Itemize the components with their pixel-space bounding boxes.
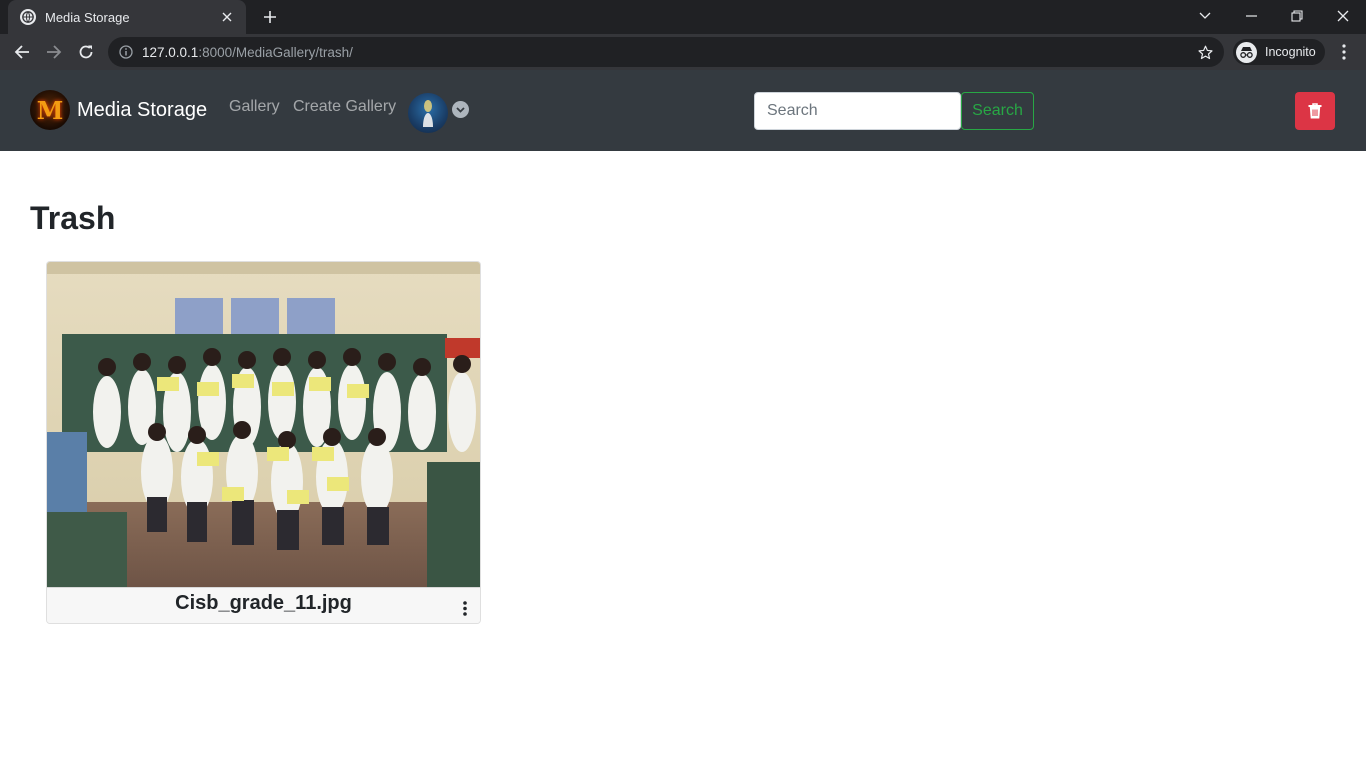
globe-icon bbox=[20, 9, 36, 25]
plus-icon[interactable] bbox=[258, 6, 282, 28]
vertical-dots-icon[interactable] bbox=[457, 598, 473, 618]
site-navbar: M Media Storage Gallery Create Gallery S… bbox=[0, 70, 1366, 151]
brand-name: Media Storage bbox=[77, 98, 208, 121]
search-input[interactable] bbox=[754, 92, 961, 130]
forward-arrow-icon[interactable] bbox=[40, 38, 68, 66]
page-title: Trash bbox=[30, 200, 116, 236]
media-card: Cisb_grade_11.jpg bbox=[46, 261, 481, 624]
chevron-down-icon[interactable] bbox=[452, 101, 469, 118]
kebab-menu-icon[interactable] bbox=[1334, 40, 1354, 64]
browser-titlebar: Media Storage bbox=[0, 0, 1366, 34]
nav-link-gallery[interactable]: Gallery bbox=[229, 98, 280, 116]
minimize-icon[interactable] bbox=[1228, 0, 1274, 32]
trash-icon bbox=[1308, 103, 1322, 119]
brand-logo: M bbox=[30, 90, 70, 130]
tab-title: Media Storage bbox=[45, 9, 130, 25]
restore-icon[interactable] bbox=[1274, 0, 1320, 32]
reload-icon[interactable] bbox=[72, 38, 100, 66]
incognito-label: Incognito bbox=[1265, 45, 1316, 59]
back-arrow-icon[interactable] bbox=[8, 38, 36, 66]
info-icon[interactable] bbox=[118, 44, 134, 60]
close-icon[interactable] bbox=[1320, 0, 1366, 32]
avatar[interactable] bbox=[408, 93, 448, 133]
chevron-down-icon[interactable] bbox=[1182, 0, 1228, 32]
address-bar[interactable]: 127.0.0.1:8000/MediaGallery/trash/ bbox=[108, 37, 1224, 67]
incognito-profile-button[interactable]: Incognito bbox=[1233, 39, 1325, 65]
nav-link-create-gallery[interactable]: Create Gallery bbox=[293, 98, 396, 116]
star-icon[interactable] bbox=[1196, 43, 1214, 61]
file-name: Cisb_grade_11.jpg bbox=[175, 592, 352, 614]
incognito-icon bbox=[1236, 41, 1257, 63]
browser-tab[interactable]: Media Storage bbox=[8, 0, 246, 34]
close-icon[interactable] bbox=[218, 8, 236, 26]
browser-toolbar: 127.0.0.1:8000/MediaGallery/trash/ Incog… bbox=[0, 34, 1366, 70]
trash-button[interactable] bbox=[1295, 92, 1335, 130]
card-footer: Cisb_grade_11.jpg bbox=[47, 587, 480, 623]
url-text: 127.0.0.1:8000/MediaGallery/trash/ bbox=[142, 44, 353, 60]
brand-link[interactable]: M Media Storage bbox=[30, 90, 207, 130]
search-button[interactable]: Search bbox=[961, 92, 1034, 130]
media-thumbnail[interactable] bbox=[47, 262, 480, 587]
